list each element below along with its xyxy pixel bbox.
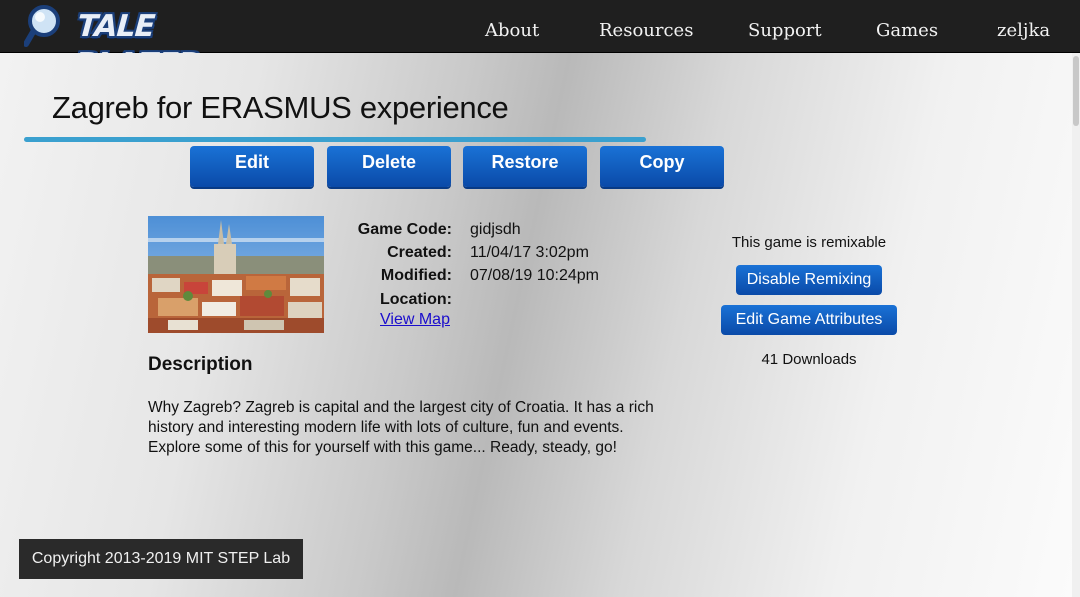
game-code-label: Game Code: [357,221,452,238]
game-thumbnail-image [148,216,324,333]
nav-about[interactable]: About [485,20,539,41]
modified-value: 07/08/19 10:24pm [470,267,599,284]
description-body: Why Zagreb? Zagreb is capital and the la… [148,399,654,456]
magnifier-icon [24,5,60,47]
title-underline [24,137,646,142]
edit-button[interactable]: Edit [190,146,314,187]
modified-label: Modified: [380,267,452,284]
delete-button[interactable]: Delete [327,146,451,187]
created-label: Created: [387,244,452,261]
nav-user-account[interactable]: zeljka [997,20,1050,41]
created-value: 11/04/17 3:02pm [470,244,589,261]
location-label: Location: [380,291,452,308]
restore-button[interactable]: Restore [463,146,587,187]
disable-remixing-button[interactable]: Disable Remixing [736,265,882,295]
game-code-value: gidjsdh [470,221,521,238]
taleblazer-logo[interactable]: TALE BLAZER [24,2,204,82]
copy-button[interactable]: Copy [600,146,724,187]
description-heading: Description [148,354,253,375]
nav-support[interactable]: Support [748,20,822,41]
page-title: Zagreb for ERASMUS experience [52,90,509,125]
nav-games[interactable]: Games [876,20,938,41]
nav-resources[interactable]: Resources [599,20,693,41]
scrollbar-track[interactable] [1072,53,1080,597]
remixable-status: This game is remixable [731,234,887,251]
view-map-link[interactable]: View Map [380,311,450,329]
edit-game-attributes-button[interactable]: Edit Game Attributes [721,305,897,335]
copyright-footer: Copyright 2013-2019 MIT STEP Lab [19,539,303,579]
scrollbar-thumb[interactable] [1073,56,1079,126]
downloads-count: 41 Downloads [761,351,857,368]
top-navigation-bar: TALE BLAZER About Resources Support Game… [0,0,1080,82]
